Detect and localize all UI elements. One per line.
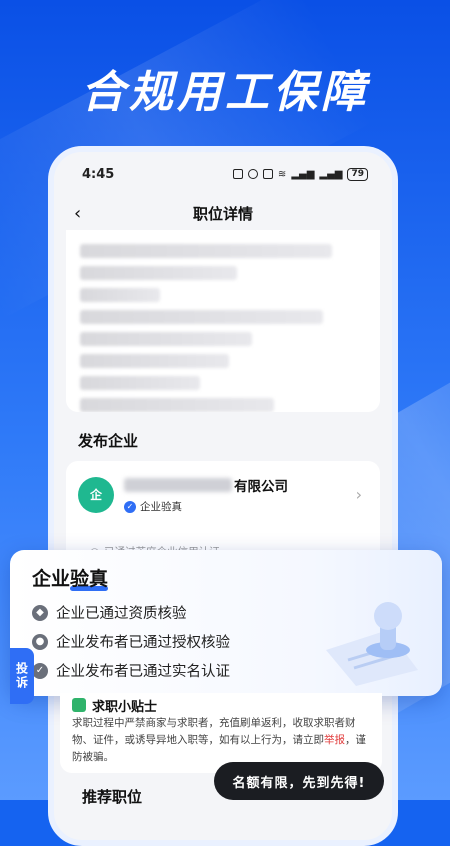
verification-item: ● 企业发布者已通过授权核验 <box>32 631 230 652</box>
battery-icon: 79 <box>347 167 368 181</box>
company-name: 有限公司 <box>124 475 288 495</box>
verification-popup: 企业验真 ◆ 企业已通过资质核验 ● 企业发布者已通过授权核验 ✓ 企业发布者已… <box>10 550 442 696</box>
blurred-text-line <box>80 288 161 302</box>
verified-label: 企业验真 <box>140 501 182 513</box>
status-time: 4:45 <box>82 166 115 182</box>
signal-icon: ▂▄▆ <box>291 168 315 180</box>
verification-item-text: 企业发布者已通过授权核验 <box>56 635 230 651</box>
company-verified-badge: ✓ 企业验真 <box>124 499 288 514</box>
complain-tab[interactable]: 投诉 <box>10 648 34 704</box>
company-logo: 企 <box>78 476 114 513</box>
verification-item-text: 企业发布者已通过实名认证 <box>56 664 230 680</box>
report-link[interactable]: 举报 <box>324 734 345 746</box>
check-icon: ✓ <box>124 500 136 513</box>
promo-headline: 合规用工保障 <box>81 67 369 118</box>
mute-icon <box>262 169 273 179</box>
blurred-text-line <box>80 244 332 258</box>
signal-icon-2: ▂▄▆ <box>319 168 343 180</box>
job-tips-card: 求职小贴士 求职过程中严禁商家与求职者，充值刷单返利，收取求职者财物、证件，或诱… <box>60 693 382 773</box>
tips-text: 求职过程中严禁商家与求职者，充值刷单返利，收取求职者财物、证件，或诱导异地入职等… <box>72 715 370 766</box>
stamp-illustration-icon <box>326 602 418 686</box>
wifi-icon: ≋ <box>277 168 287 180</box>
blurred-text-line <box>80 310 324 324</box>
company-name-suffix: 有限公司 <box>234 479 288 495</box>
person-icon: ● <box>32 633 48 650</box>
section-title-publisher: 发布企业 <box>78 432 139 450</box>
status-bar: 4:45 ≋ ▂▄▆ ▂▄▆ 79 <box>54 152 392 196</box>
company-row: 企 有限公司 ✓ 企业验真 › <box>78 475 368 514</box>
tips-icon <box>72 698 86 712</box>
tips-text-main: 求职过程中严禁商家与求职者，充值刷单返利，收取求职者财物、证件，或诱导异地入职等… <box>72 717 356 746</box>
nfc-icon <box>232 169 243 179</box>
page-title: 职位详情 <box>192 204 253 223</box>
blurred-text-line <box>80 332 252 346</box>
apply-now-button[interactable]: 名额有限，先到先得! <box>214 762 384 800</box>
nav-bar: ‹ 职位详情 <box>54 196 392 230</box>
alarm-icon <box>247 169 258 179</box>
blurred-company-name <box>124 478 232 492</box>
company-info: 有限公司 ✓ 企业验真 <box>124 475 288 514</box>
tips-title: 求职小贴士 <box>92 699 158 715</box>
diamond-icon: ◆ <box>32 604 48 621</box>
verification-item: ✓ 企业发布者已通过实名认证 <box>32 660 230 681</box>
popup-title: 企业验真 <box>32 568 109 590</box>
chevron-right-icon: › <box>355 485 362 504</box>
status-icons: ≋ ▂▄▆ ▂▄▆ 79 <box>232 167 368 181</box>
blurred-text-line <box>80 354 229 368</box>
verification-item-text: 企业已通过资质核验 <box>56 606 187 622</box>
blurred-text-line <box>80 376 201 390</box>
chevron-left-icon[interactable]: ‹ <box>74 203 81 224</box>
blurred-text-line <box>80 266 238 280</box>
section-title-recommend: 推荐职位 <box>82 788 143 806</box>
blurred-text-line <box>80 398 275 412</box>
job-description-card <box>66 230 380 412</box>
verification-item: ◆ 企业已通过资质核验 <box>32 602 187 623</box>
shield-icon: ✓ <box>32 662 48 679</box>
